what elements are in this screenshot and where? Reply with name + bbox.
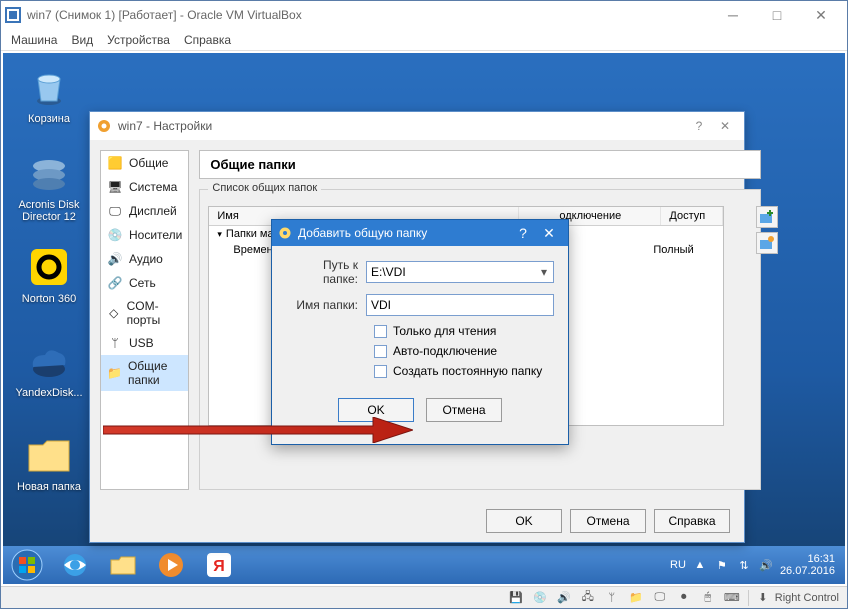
desktop-icon-yandexdisk[interactable]: YandexDisk... bbox=[13, 337, 85, 399]
add-cancel-button[interactable]: Отмена bbox=[426, 398, 502, 422]
gear-icon bbox=[278, 226, 292, 240]
status-display-icon[interactable]: 🖵 bbox=[652, 590, 668, 606]
add-help-button[interactable]: ? bbox=[510, 225, 536, 241]
add-ok-button[interactable]: OK bbox=[338, 398, 414, 422]
maximize-button[interactable]: □ bbox=[755, 1, 799, 29]
status-cd-icon[interactable]: 💿 bbox=[532, 590, 548, 606]
virtualbox-icon bbox=[5, 7, 21, 23]
edit-folder-button[interactable] bbox=[756, 232, 778, 254]
outer-titlebar[interactable]: win7 (Снимок 1) [Работает] - Oracle VM V… bbox=[1, 1, 847, 29]
taskbar-ie[interactable] bbox=[51, 548, 99, 582]
outer-menubar: Машина Вид Устройства Справка bbox=[1, 29, 847, 51]
help-button[interactable]: ? bbox=[686, 119, 712, 133]
nav-system[interactable]: 🖥Система bbox=[101, 175, 188, 199]
outer-title: win7 (Снимок 1) [Работает] - Oracle VM V… bbox=[27, 8, 711, 22]
close-button[interactable]: ✕ bbox=[799, 1, 843, 29]
gear-icon bbox=[96, 118, 112, 134]
menu-devices[interactable]: Устройства bbox=[107, 33, 170, 47]
permanent-checkbox[interactable]: Создать постоянную папку bbox=[374, 364, 554, 378]
status-hdd-icon[interactable]: 💾 bbox=[508, 590, 524, 606]
readonly-checkbox[interactable]: Только для чтения bbox=[374, 324, 554, 338]
nav-general[interactable]: 🟨Общие bbox=[101, 151, 188, 175]
path-select[interactable]: E:\VDI bbox=[366, 261, 554, 283]
status-keyboard-icon[interactable]: ⌨ bbox=[724, 590, 740, 606]
start-button[interactable] bbox=[3, 546, 51, 584]
desktop-icon-norton[interactable]: Norton 360 bbox=[13, 243, 85, 305]
settings-heading: Общие папки bbox=[199, 150, 761, 179]
desktop-icon-label: Корзина bbox=[13, 113, 85, 125]
close-button[interactable]: ✕ bbox=[712, 119, 738, 133]
desktop-icon-label: YandexDisk... bbox=[13, 387, 85, 399]
settings-cancel-button[interactable]: Отмена bbox=[570, 509, 646, 533]
desktop-icon-label: Новая папка bbox=[13, 481, 85, 493]
nav-storage[interactable]: 💿Носители bbox=[101, 223, 188, 247]
menu-help[interactable]: Справка bbox=[184, 33, 231, 47]
table-side-buttons bbox=[756, 206, 780, 254]
status-shared-folders-icon[interactable]: 📁 bbox=[628, 590, 644, 606]
tray-clock[interactable]: 16:31 26.07.2016 bbox=[780, 553, 839, 577]
settings-nav: 🟨Общие 🖥Система 🖵Дисплей 💿Носители 🔊Ауди… bbox=[100, 150, 189, 490]
settings-title: win7 - Настройки bbox=[118, 119, 212, 133]
automount-checkbox[interactable]: Авто-подключение bbox=[374, 344, 554, 358]
col-access[interactable]: Доступ bbox=[661, 207, 723, 225]
minimize-button[interactable]: ─ bbox=[711, 1, 755, 29]
tray-action-center-icon[interactable]: ⚑ bbox=[714, 557, 730, 573]
status-usb-icon[interactable]: ᛘ bbox=[604, 590, 620, 606]
name-input[interactable] bbox=[366, 294, 554, 316]
desktop-icon-label: Norton 360 bbox=[13, 293, 85, 305]
menu-view[interactable]: Вид bbox=[71, 33, 93, 47]
taskbar-wmp[interactable] bbox=[147, 548, 195, 582]
desktop-icon-recycle-bin[interactable]: Корзина bbox=[13, 63, 85, 125]
settings-ok-button[interactable]: OK bbox=[486, 509, 562, 533]
svg-text:Я: Я bbox=[213, 558, 225, 575]
group-legend: Список общих папок bbox=[208, 182, 321, 194]
desktop-icon-acronis[interactable]: Acronis Disk Director 12 bbox=[13, 149, 85, 223]
nav-display[interactable]: 🖵Дисплей bbox=[101, 199, 188, 223]
virtualbox-window: win7 (Снимок 1) [Работает] - Oracle VM V… bbox=[0, 0, 848, 609]
settings-help-button[interactable]: Справка bbox=[654, 509, 730, 533]
nav-audio[interactable]: 🔊Аудио bbox=[101, 247, 188, 271]
taskbar-explorer[interactable] bbox=[99, 548, 147, 582]
add-share-dialog: Добавить общую папку ? ✕ Путь к папке: E… bbox=[271, 219, 569, 445]
status-audio-icon[interactable]: 🔊 bbox=[556, 590, 572, 606]
tray-flag-icon[interactable]: ▲ bbox=[692, 557, 708, 573]
settings-titlebar[interactable]: win7 - Настройки ? ✕ bbox=[90, 112, 744, 140]
add-titlebar[interactable]: Добавить общую папку ? ✕ bbox=[272, 220, 568, 246]
desktop-icon-new-folder[interactable]: Новая папка bbox=[13, 431, 85, 493]
host-key-icon: ⬇ bbox=[755, 590, 771, 606]
nav-com-ports[interactable]: ◇COM-порты bbox=[101, 295, 188, 331]
tray-network-icon[interactable]: ⇅ bbox=[736, 557, 752, 573]
name-label: Имя папки: bbox=[286, 298, 366, 312]
nav-shared-folders[interactable]: 📁Общие папки bbox=[101, 355, 188, 391]
desktop-icon-label: Acronis Disk Director 12 bbox=[13, 199, 85, 223]
status-mouse-icon[interactable]: 🖱 bbox=[700, 590, 716, 606]
lang-indicator[interactable]: RU bbox=[670, 559, 686, 571]
path-label: Путь к папке: bbox=[286, 258, 366, 286]
menu-machine[interactable]: Машина bbox=[11, 33, 57, 47]
system-tray: RU ▲ ⚑ ⇅ 🔊 16:31 26.07.2016 bbox=[664, 546, 845, 584]
guest-desktop: Корзина Acronis Disk Director 12 Norton … bbox=[3, 53, 845, 584]
virtualbox-statusbar: 💾 💿 🔊 🖧 ᛘ 📁 🖵 ⏺ 🖱 ⌨ ⬇ Right Control bbox=[1, 586, 847, 608]
taskbar-yandex[interactable]: Я bbox=[195, 548, 243, 582]
nav-network[interactable]: 🔗Сеть bbox=[101, 271, 188, 295]
add-title-text: Добавить общую папку bbox=[298, 226, 427, 240]
settings-footer: OK Отмена Справка bbox=[90, 500, 744, 542]
guest-taskbar: Я RU ▲ ⚑ ⇅ 🔊 16:31 26.07.2016 bbox=[3, 546, 845, 584]
add-folder-button[interactable] bbox=[756, 206, 778, 228]
nav-usb[interactable]: ᛘUSB bbox=[101, 331, 188, 355]
host-key-label: Right Control bbox=[775, 592, 839, 604]
status-recording-icon[interactable]: ⏺ bbox=[676, 590, 692, 606]
tray-volume-icon[interactable]: 🔊 bbox=[758, 557, 774, 573]
add-close-button[interactable]: ✕ bbox=[536, 225, 562, 242]
status-network-icon[interactable]: 🖧 bbox=[580, 590, 596, 606]
